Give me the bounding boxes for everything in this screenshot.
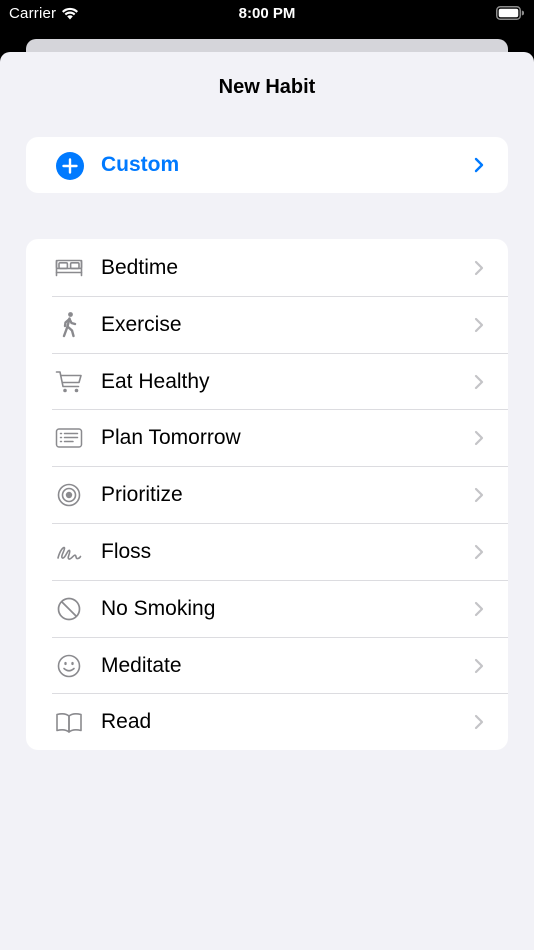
habit-list: Bedtime Exercise Eat Healthy Plan Tomorr… bbox=[26, 239, 508, 750]
chevron-right-icon bbox=[474, 317, 484, 332]
habit-label: Read bbox=[101, 710, 152, 734]
habit-label: Meditate bbox=[101, 653, 182, 677]
new-habit-sheet: New Habit Custom Bedtime Exercise Eat He… bbox=[0, 52, 534, 950]
chevron-right-icon bbox=[474, 260, 484, 276]
chevron-right-icon bbox=[474, 658, 484, 673]
habit-label: Plan Tomorrow bbox=[101, 426, 241, 450]
chevron-right-icon bbox=[474, 157, 484, 173]
target-icon bbox=[57, 483, 81, 507]
habit-label: Exercise bbox=[101, 312, 182, 336]
habit-label: Floss bbox=[101, 539, 152, 563]
status-bar: Carrier 8:00 PM bbox=[0, 0, 534, 36]
habit-row-bedtime[interactable]: Bedtime bbox=[26, 239, 508, 296]
prohibited-icon bbox=[57, 597, 81, 621]
sheet-title: New Habit bbox=[218, 76, 316, 98]
chevron-right-icon bbox=[474, 488, 484, 503]
habit-row-exercise[interactable]: Exercise bbox=[26, 295, 508, 353]
habit-label: Eat Healthy bbox=[101, 369, 210, 393]
habit-row-no-smoking[interactable]: No Smoking bbox=[26, 579, 508, 637]
chevron-right-icon bbox=[474, 715, 484, 730]
custom-label: Custom bbox=[101, 153, 180, 176]
habit-label: Bedtime bbox=[101, 256, 179, 279]
habit-row-plan-tomorrow[interactable]: Plan Tomorrow bbox=[26, 409, 508, 466]
chevron-right-icon bbox=[474, 544, 484, 560]
habit-label: Prioritize bbox=[101, 483, 183, 507]
custom-habit-row[interactable]: Custom bbox=[26, 137, 508, 193]
plus-circle-icon bbox=[56, 152, 84, 180]
chevron-right-icon bbox=[474, 374, 484, 389]
cart-icon bbox=[55, 370, 82, 392]
habit-row-prioritize[interactable]: Prioritize bbox=[26, 466, 508, 523]
list-icon bbox=[55, 428, 83, 449]
battery-icon bbox=[496, 6, 525, 24]
status-time: 8:00 PM bbox=[238, 5, 296, 22]
habit-row-floss[interactable]: Floss bbox=[26, 522, 508, 580]
smiley-icon bbox=[57, 654, 81, 677]
scribble-icon bbox=[57, 546, 82, 560]
book-icon bbox=[56, 713, 82, 734]
chevron-right-icon bbox=[474, 601, 484, 616]
habit-row-eat-healthy[interactable]: Eat Healthy bbox=[26, 352, 508, 410]
habit-row-read[interactable]: Read bbox=[26, 693, 508, 750]
custom-section: Custom bbox=[26, 137, 508, 193]
chevron-right-icon bbox=[474, 431, 484, 446]
bed-icon bbox=[55, 259, 83, 277]
walking-figure-icon bbox=[62, 311, 77, 337]
habit-label: No Smoking bbox=[101, 596, 216, 620]
habit-row-meditate[interactable]: Meditate bbox=[26, 636, 508, 694]
